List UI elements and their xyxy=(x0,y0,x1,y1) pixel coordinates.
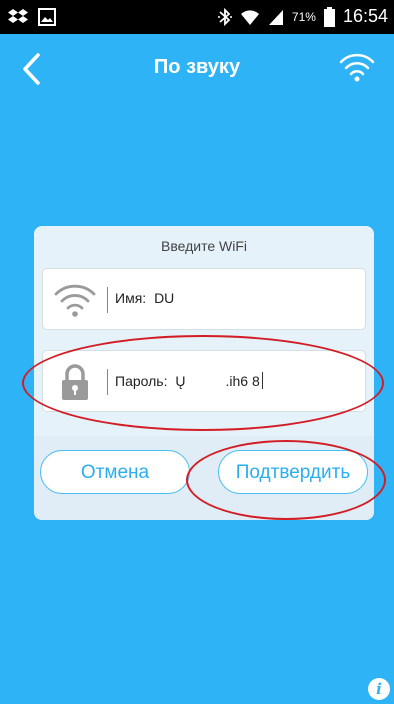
password-field[interactable]: Пароль: Ų .ih6 8 xyxy=(42,350,366,412)
status-bar: 71% 16:54 xyxy=(0,0,394,34)
clock: 16:54 xyxy=(342,6,388,26)
cancel-button[interactable]: Отмена xyxy=(40,450,190,494)
battery-icon xyxy=(323,6,335,27)
bluetooth-icon xyxy=(217,7,232,27)
confirm-button[interactable]: Подтвердить xyxy=(218,450,368,494)
password-label: Пароль: xyxy=(115,373,168,389)
dialog-actions: Отмена Подтвердить xyxy=(34,436,374,520)
dialog-title: Введите WiFi xyxy=(160,238,247,254)
password-value-end: .ih6 8 xyxy=(225,373,260,389)
dropbox-icon xyxy=(8,8,28,26)
gallery-icon xyxy=(38,8,56,26)
field-separator xyxy=(107,287,108,313)
field-separator xyxy=(107,369,108,395)
wifi-icon xyxy=(53,281,97,319)
text-cursor xyxy=(261,372,263,389)
wifi-icon xyxy=(339,53,375,82)
lock-icon xyxy=(53,363,97,401)
cell-signal-icon xyxy=(268,8,284,26)
name-label: Имя: xyxy=(115,290,147,306)
page-title: По звуку xyxy=(153,56,241,78)
name-value: DU xyxy=(154,290,175,306)
battery-percent: 71% xyxy=(291,9,316,24)
app-header: По звуку xyxy=(0,34,394,104)
wifi-signal-icon xyxy=(240,8,260,26)
wifi-dialog: Введите WiFi Имя: DU Пароль: Ų .ih6 8 От… xyxy=(34,226,374,520)
wifi-button[interactable] xyxy=(338,50,376,84)
password-value-start: Ų xyxy=(175,373,186,389)
info-icon[interactable]: i xyxy=(368,678,390,700)
network-name-field[interactable]: Имя: DU xyxy=(42,268,366,330)
